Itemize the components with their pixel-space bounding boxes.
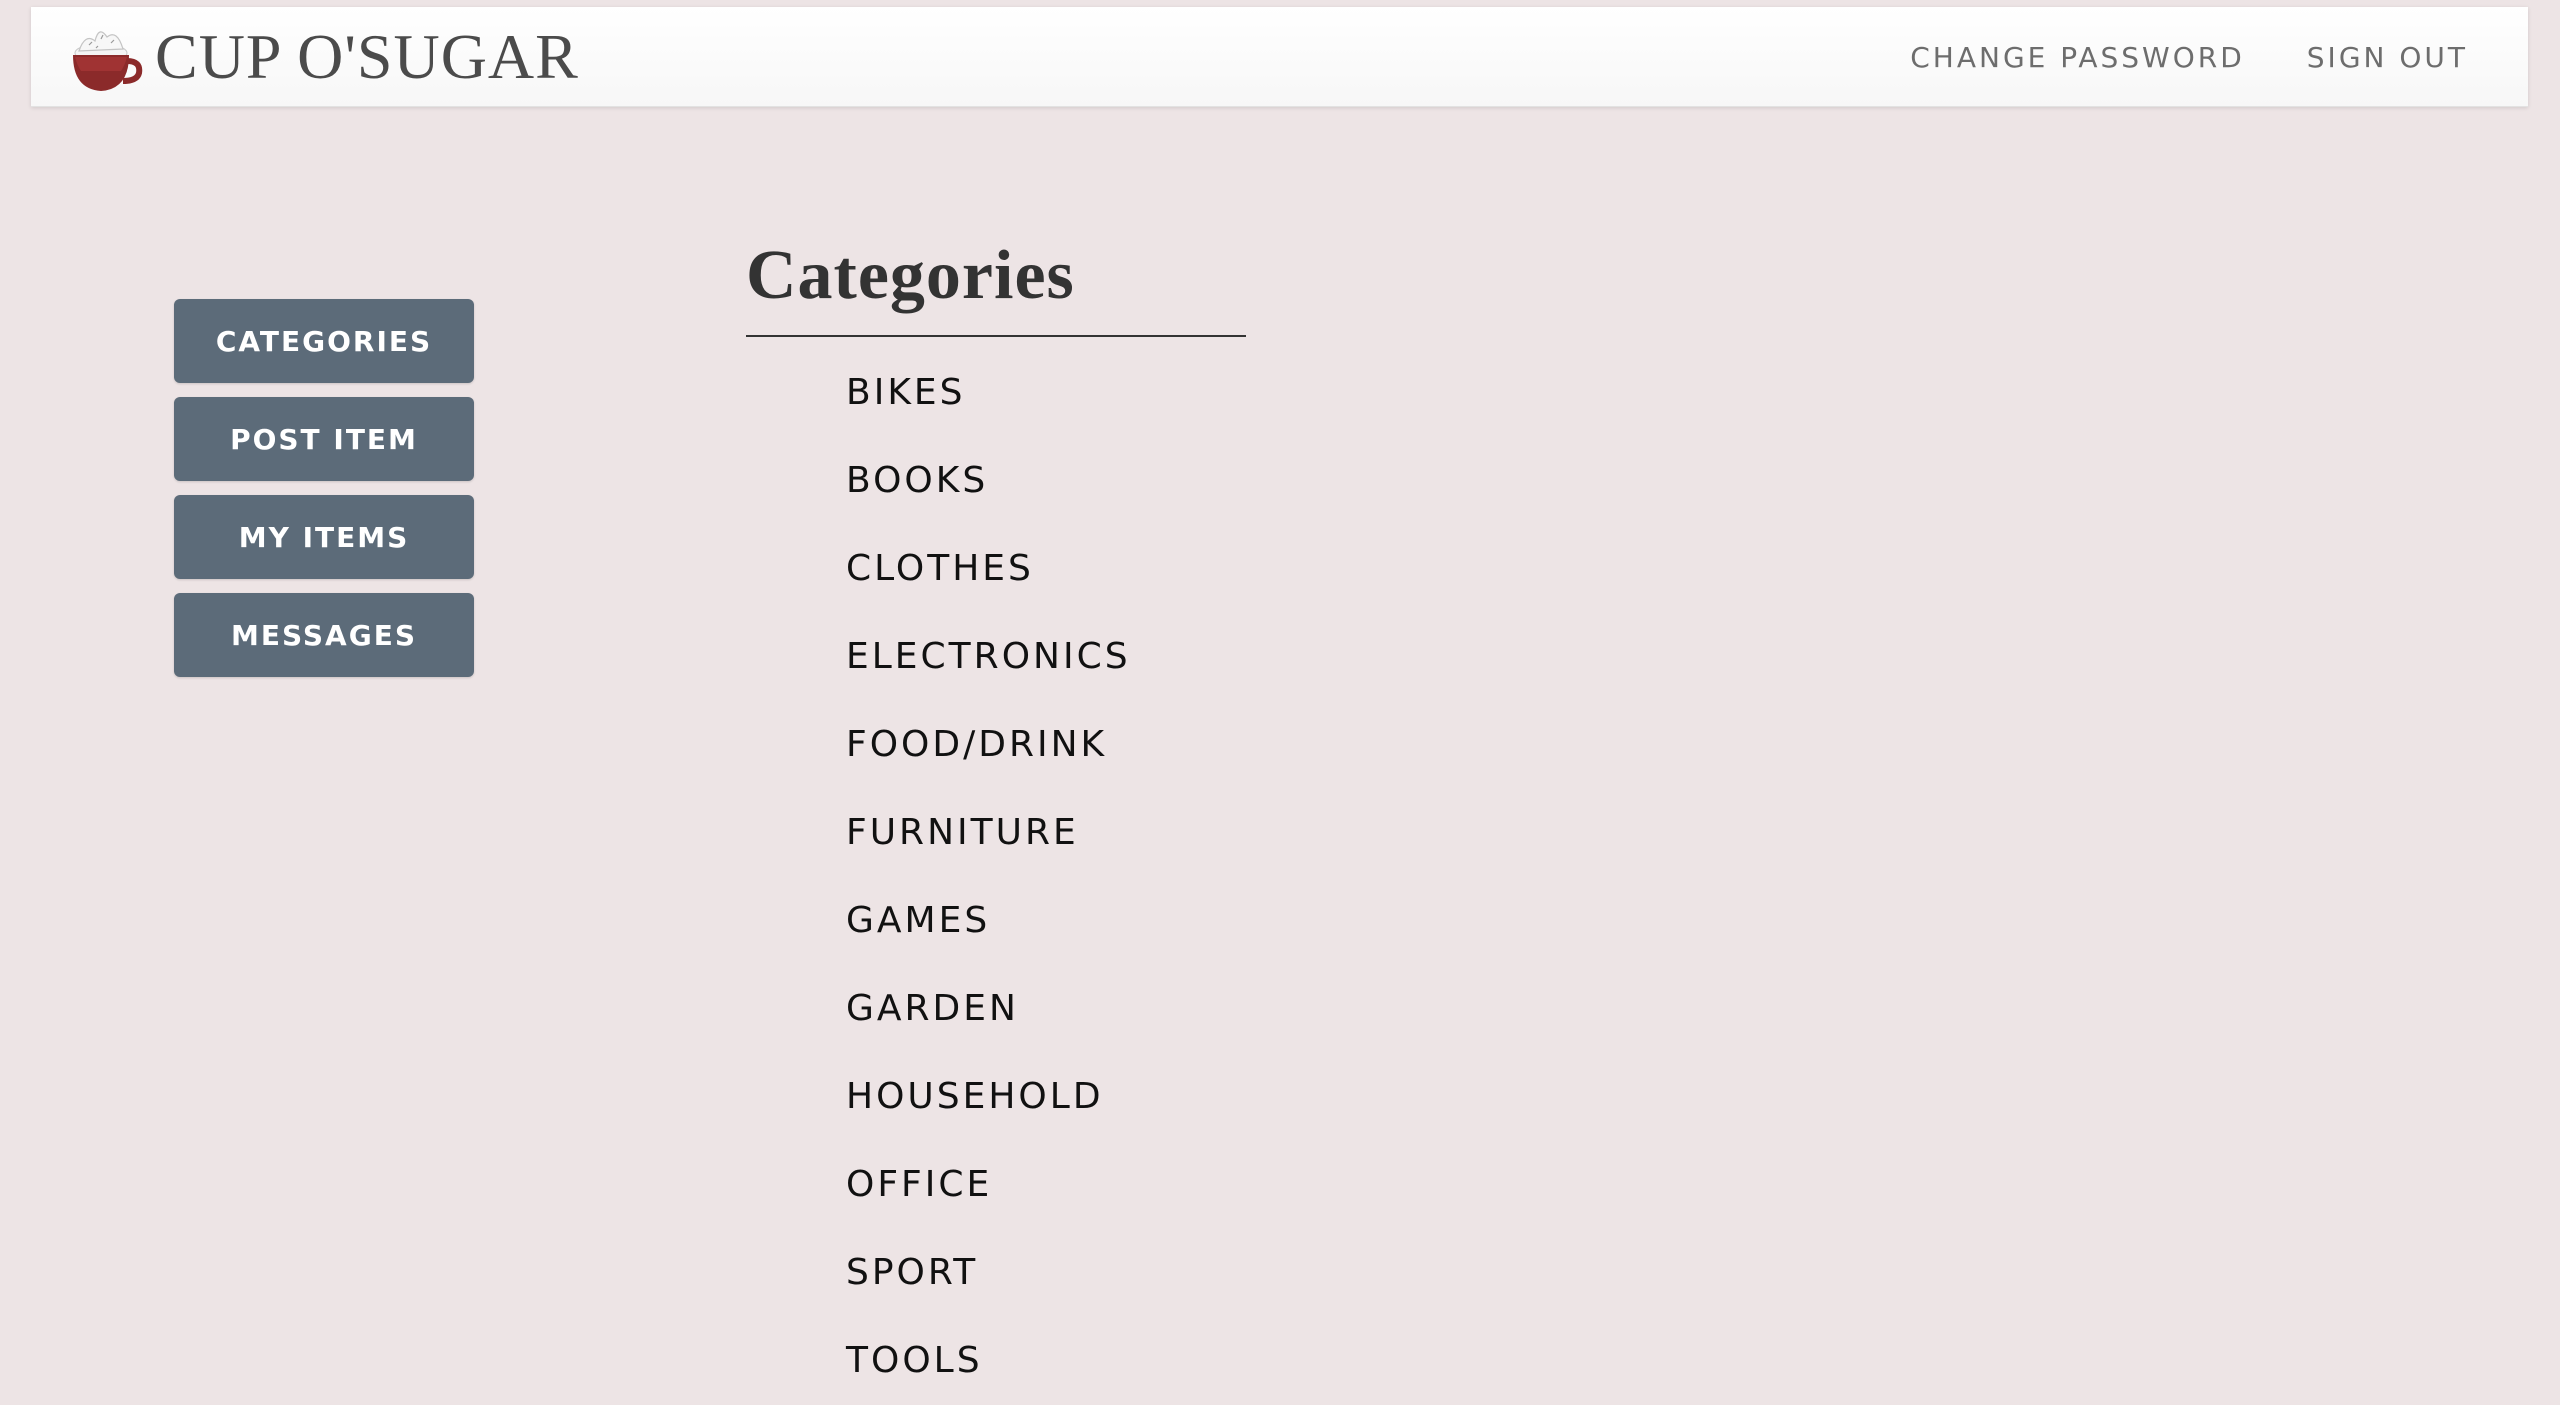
sign-out-link[interactable]: SIGN OUT	[2307, 41, 2468, 74]
category-item-games[interactable]: GAMES	[846, 877, 1246, 965]
brand-name: CUP O'SUGAR	[155, 21, 579, 92]
messages-button[interactable]: MESSAGES	[174, 593, 474, 677]
sidebar: CATEGORIES POST ITEM MY ITEMS MESSAGES	[174, 299, 474, 691]
main-content: Categories BIKES BOOKS CLOTHES ELECTRONI…	[746, 230, 1246, 1405]
brand[interactable]: CUP O'SUGAR	[61, 17, 579, 97]
category-item-bikes[interactable]: BIKES	[846, 349, 1246, 437]
nav-links: CHANGE PASSWORD SIGN OUT	[1910, 7, 2528, 107]
category-item-furniture[interactable]: FURNITURE	[846, 789, 1246, 877]
cocoa-cup-icon	[73, 31, 143, 91]
category-item-books[interactable]: BOOKS	[846, 437, 1246, 525]
category-item-tools[interactable]: TOOLS	[846, 1317, 1246, 1405]
category-item-clothes[interactable]: CLOTHES	[846, 525, 1246, 613]
categories-button[interactable]: CATEGORIES	[174, 299, 474, 383]
post-item-button[interactable]: POST ITEM	[174, 397, 474, 481]
category-item-office[interactable]: OFFICE	[846, 1141, 1246, 1229]
my-items-button[interactable]: MY ITEMS	[174, 495, 474, 579]
category-item-electronics[interactable]: ELECTRONICS	[846, 613, 1246, 701]
category-list: BIKES BOOKS CLOTHES ELECTRONICS FOOD/DRI…	[746, 349, 1246, 1405]
category-item-food-drink[interactable]: FOOD/DRINK	[846, 701, 1246, 789]
change-password-link[interactable]: CHANGE PASSWORD	[1910, 41, 2245, 74]
category-item-garden[interactable]: GARDEN	[846, 965, 1246, 1053]
top-navbar: CUP O'SUGAR CHANGE PASSWORD SIGN OUT	[31, 7, 2528, 107]
page-title: Categories	[746, 230, 1246, 337]
category-item-sport[interactable]: SPORT	[846, 1229, 1246, 1317]
category-item-household[interactable]: HOUSEHOLD	[846, 1053, 1246, 1141]
